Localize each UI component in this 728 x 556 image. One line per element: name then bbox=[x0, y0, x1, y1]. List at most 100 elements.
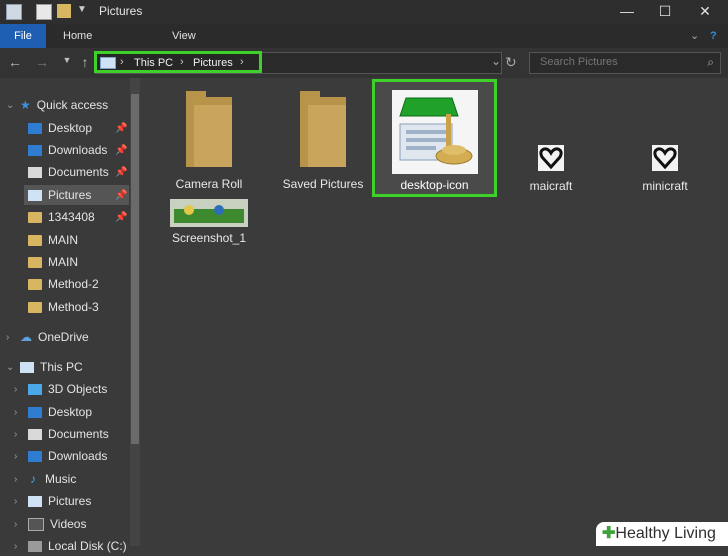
sidebar-item-documents[interactable]: Documents bbox=[28, 162, 109, 182]
pin-icon[interactable]: 📌 bbox=[115, 190, 127, 201]
sidebar-item-folder[interactable]: Method-3 bbox=[28, 297, 99, 317]
maximize-button[interactable]: ☐ bbox=[650, 2, 680, 20]
nav-scrollbar-thumb[interactable] bbox=[131, 94, 139, 444]
breadcrumb-pictures[interactable]: Pictures bbox=[193, 57, 233, 69]
expand-icon[interactable]: › bbox=[14, 407, 17, 418]
file-label: Screenshot_1 bbox=[171, 231, 247, 245]
expand-ribbon-icon[interactable]: ⌄ bbox=[690, 24, 699, 48]
recent-locations-icon[interactable]: ▼ bbox=[58, 55, 76, 65]
sidebar-item-desktop[interactable]: Desktop bbox=[28, 118, 92, 138]
expand-icon[interactable]: › bbox=[6, 332, 9, 343]
expand-icon[interactable]: › bbox=[14, 429, 17, 440]
expand-icon[interactable]: › bbox=[14, 451, 17, 462]
sidebar-item-label: Music bbox=[45, 472, 77, 486]
chevron-right-icon[interactable]: › bbox=[240, 56, 244, 68]
sidebar-item-label: 3D Objects bbox=[48, 382, 108, 396]
heart-icon bbox=[653, 147, 677, 170]
expand-icon[interactable]: › bbox=[14, 496, 17, 507]
tab-file[interactable]: File bbox=[0, 24, 46, 48]
watermark-text: Healthy Living bbox=[615, 525, 716, 542]
download-icon bbox=[28, 451, 42, 463]
file-label: minicraft bbox=[642, 179, 688, 193]
file-item-maicraft[interactable]: maicraft bbox=[501, 145, 601, 193]
sidebar-item-music[interactable]: ♪ Music bbox=[28, 469, 76, 489]
sidebar-item-this-pc[interactable]: This PC bbox=[20, 357, 83, 377]
sidebar-item-label: Documents bbox=[48, 427, 109, 441]
address-breadcrumb[interactable]: › This PC › Pictures › bbox=[94, 51, 262, 73]
sidebar-item-pictures[interactable]: Pictures bbox=[28, 491, 91, 511]
sidebar-item-3d-objects[interactable]: 3D Objects bbox=[28, 379, 107, 399]
sidebar-item-folder[interactable]: MAIN bbox=[28, 252, 78, 272]
expand-icon[interactable]: › bbox=[14, 541, 17, 552]
help-icon[interactable]: ? bbox=[710, 24, 717, 48]
new-folder-icon[interactable] bbox=[57, 4, 71, 18]
sidebar-item-label: Documents bbox=[48, 165, 109, 179]
tab-view[interactable]: View bbox=[172, 24, 196, 48]
banker-lamp-icon bbox=[399, 97, 473, 165]
pin-icon[interactable]: 📌 bbox=[115, 145, 127, 156]
sidebar-item-label: Videos bbox=[50, 517, 87, 531]
file-item-saved-pictures[interactable]: Saved Pictures bbox=[273, 91, 373, 191]
pin-icon[interactable]: 📌 bbox=[115, 212, 127, 223]
sidebar-item-documents[interactable]: Documents bbox=[28, 424, 109, 444]
up-arrow-icon[interactable]: ↑ bbox=[76, 54, 94, 70]
address-dropdown-icon[interactable]: ⌄ bbox=[491, 54, 501, 68]
explorer-icon bbox=[6, 4, 22, 20]
sidebar-item-label: Method-3 bbox=[48, 300, 99, 314]
close-button[interactable]: ✕ bbox=[690, 2, 720, 20]
chevron-right-icon[interactable]: › bbox=[180, 56, 184, 68]
qat-dropdown-icon[interactable]: ▼ bbox=[77, 4, 87, 15]
expand-icon[interactable]: › bbox=[14, 384, 17, 395]
sidebar-item-videos[interactable]: Videos bbox=[28, 514, 86, 534]
pictures-icon bbox=[28, 496, 42, 508]
image-thumbnail bbox=[652, 145, 678, 171]
pictures-location-icon bbox=[100, 57, 116, 69]
collapse-icon[interactable]: ⌄ bbox=[6, 362, 14, 373]
pin-icon[interactable]: 📌 bbox=[115, 167, 127, 178]
sidebar-item-label: OneDrive bbox=[38, 330, 89, 344]
sidebar-item-desktop[interactable]: Desktop bbox=[28, 402, 92, 422]
back-arrow-icon[interactable]: ← bbox=[6, 54, 24, 70]
sidebar-item-label: Downloads bbox=[48, 143, 108, 157]
expand-icon[interactable]: › bbox=[14, 474, 17, 485]
sidebar-item-quick-access[interactable]: ★ Quick access bbox=[20, 95, 108, 115]
forward-arrow-icon[interactable]: → bbox=[33, 54, 51, 70]
sidebar-item-downloads[interactable]: Downloads bbox=[28, 446, 107, 466]
search-input[interactable] bbox=[538, 55, 702, 69]
chevron-right-icon[interactable]: › bbox=[120, 56, 124, 68]
file-item-desktop-icon[interactable]: desktop-icon bbox=[372, 79, 497, 197]
sidebar-item-label: 1343408 bbox=[48, 210, 95, 224]
collapse-icon[interactable]: ⌄ bbox=[6, 100, 14, 111]
properties-icon[interactable] bbox=[36, 4, 52, 20]
sidebar-item-label: Desktop bbox=[48, 405, 93, 419]
image-thumbnail bbox=[170, 199, 248, 227]
watermark-logo: ✚Healthy Living bbox=[596, 522, 728, 546]
expand-icon[interactable]: › bbox=[14, 519, 17, 530]
sidebar-item-local-disk[interactable]: Local Disk (C:) bbox=[28, 536, 127, 556]
file-item-screenshot[interactable]: Screenshot_1 bbox=[159, 199, 259, 245]
refresh-icon[interactable]: ↻ bbox=[505, 54, 517, 71]
sidebar-item-folder[interactable]: Method-2 bbox=[28, 274, 99, 294]
search-box[interactable]: ⌕ bbox=[529, 52, 721, 74]
window-title: Pictures bbox=[99, 4, 143, 18]
sidebar-item-pictures[interactable]: Pictures bbox=[24, 185, 129, 205]
sidebar-item-folder[interactable]: MAIN bbox=[28, 230, 78, 250]
folder-icon bbox=[28, 302, 42, 314]
folder-icon bbox=[28, 235, 42, 247]
file-item-camera-roll[interactable]: Camera Roll bbox=[159, 91, 259, 191]
tab-home[interactable]: Home bbox=[63, 24, 92, 48]
sidebar-item-onedrive[interactable]: ☁ OneDrive bbox=[20, 327, 89, 347]
sidebar-item-folder[interactable]: 1343408 bbox=[28, 207, 95, 227]
image-thumbnail bbox=[392, 90, 478, 174]
sidebar-item-downloads[interactable]: Downloads bbox=[28, 140, 107, 160]
videos-icon bbox=[28, 518, 44, 532]
heart-icon bbox=[539, 147, 563, 170]
pin-icon[interactable]: 📌 bbox=[115, 123, 127, 134]
folder-icon bbox=[300, 91, 346, 167]
minimize-button[interactable]: — bbox=[612, 2, 642, 20]
folder-icon bbox=[28, 279, 42, 291]
computer-icon bbox=[20, 362, 34, 374]
file-item-minicraft[interactable]: minicraft bbox=[615, 145, 715, 193]
file-label: maicraft bbox=[529, 179, 573, 193]
breadcrumb-this-pc[interactable]: This PC bbox=[134, 57, 173, 69]
